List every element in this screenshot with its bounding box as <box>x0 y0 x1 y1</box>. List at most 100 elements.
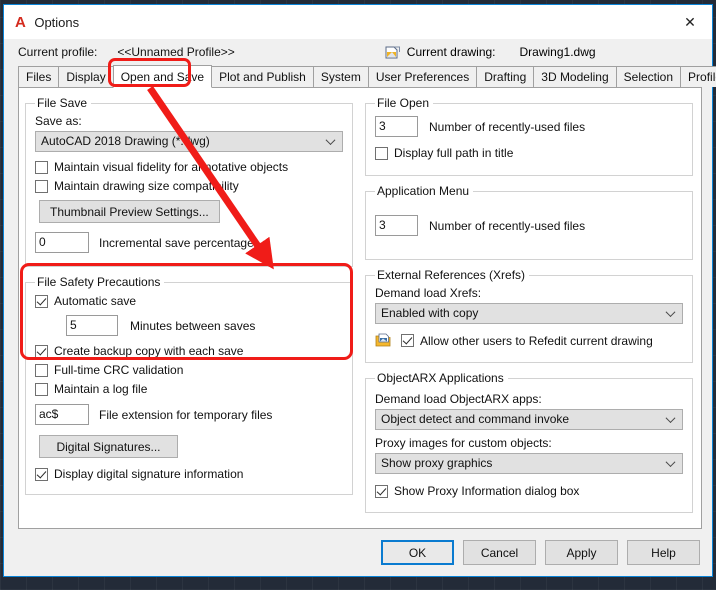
tab-plot-and-publish[interactable]: Plot and Publish <box>211 66 314 87</box>
proxy-images-label: Proxy images for custom objects: <box>375 436 683 450</box>
right-column: File Open 3 Number of recently-used file… <box>359 96 693 522</box>
application-menu-group: Application Menu 3 Number of recently-us… <box>365 184 693 260</box>
demand-load-objectarx-value: Object detect and command invoke <box>381 412 569 426</box>
maintain-drawing-size-checkbox[interactable]: Maintain drawing size compatibility <box>35 179 343 193</box>
tab-3d-modeling[interactable]: 3D Modeling <box>533 66 616 87</box>
minutes-between-saves-label: Minutes between saves <box>130 319 255 333</box>
checkbox-box <box>375 485 388 498</box>
chevron-down-icon <box>667 308 676 317</box>
file-save-legend: File Save <box>35 96 91 110</box>
file-open-group: File Open 3 Number of recently-used file… <box>365 96 693 176</box>
tab-selection[interactable]: Selection <box>616 66 681 87</box>
drawing-file-icon <box>385 45 401 60</box>
crc-validation-label: Full-time CRC validation <box>54 363 183 377</box>
current-drawing-value: Drawing1.dwg <box>520 45 596 59</box>
demand-load-xrefs-combobox[interactable]: Enabled with copy <box>375 303 683 324</box>
profile-bar: Current profile: <<Unnamed Profile>> Cur… <box>4 39 712 65</box>
maintain-log-file-label: Maintain a log file <box>54 382 147 396</box>
autocad-A-icon: A <box>15 15 25 30</box>
maintain-log-file-checkbox[interactable]: Maintain a log file <box>35 382 343 396</box>
temp-file-extension-input[interactable]: ac$ <box>35 404 89 425</box>
allow-refedit-label: Allow other users to Refedit current dra… <box>420 334 653 348</box>
file-open-recent-files-input[interactable]: 3 <box>375 116 418 137</box>
demand-load-xrefs-value: Enabled with copy <box>381 306 478 320</box>
thumbnail-preview-settings-button[interactable]: Thumbnail Preview Settings... <box>39 200 220 223</box>
app-menu-recent-files-input[interactable]: 3 <box>375 215 418 236</box>
demand-load-objectarx-label: Demand load ObjectARX apps: <box>375 392 683 406</box>
checkbox-box <box>35 295 48 308</box>
title-bar: A Options ✕ <box>4 5 712 39</box>
checkbox-box <box>375 147 388 160</box>
save-as-value: AutoCAD 2018 Drawing (*.dwg) <box>41 134 210 148</box>
show-proxy-information-label: Show Proxy Information dialog box <box>394 484 579 498</box>
objectarx-legend: ObjectARX Applications <box>375 371 508 385</box>
display-digital-signature-info-checkbox[interactable]: Display digital signature information <box>35 467 343 481</box>
chevron-down-icon <box>327 136 336 145</box>
incremental-save-percentage-input[interactable]: 0 <box>35 232 89 253</box>
tab-display[interactable]: Display <box>58 66 113 87</box>
checkbox-box <box>401 334 414 347</box>
dialog-footer: OK Cancel Apply Help <box>4 529 712 576</box>
tab-user-preferences[interactable]: User Preferences <box>368 66 477 87</box>
options-dialog: A Options ✕ Current profile: <<Unnamed P… <box>3 4 713 577</box>
open-and-save-panel: File Save Save as: AutoCAD 2018 Drawing … <box>18 87 702 529</box>
maintain-visual-fidelity-label: Maintain visual fidelity for annotative … <box>54 160 288 174</box>
checkbox-box <box>35 364 48 377</box>
help-button[interactable]: Help <box>627 540 700 565</box>
cancel-button[interactable]: Cancel <box>463 540 536 565</box>
file-safety-legend: File Safety Precautions <box>35 275 164 289</box>
incremental-save-percentage-label: Incremental save percentage <box>99 236 254 250</box>
automatic-save-checkbox[interactable]: Automatic save <box>35 294 343 308</box>
save-as-label: Save as: <box>35 114 343 128</box>
tab-files[interactable]: Files <box>18 66 59 87</box>
tab-system[interactable]: System <box>313 66 369 87</box>
ok-button[interactable]: OK <box>381 540 454 565</box>
file-open-legend: File Open <box>375 96 433 110</box>
temp-file-extension-label: File extension for temporary files <box>99 408 272 422</box>
save-as-combobox[interactable]: AutoCAD 2018 Drawing (*.dwg) <box>35 131 343 152</box>
demand-load-xrefs-label: Demand load Xrefs: <box>375 286 683 300</box>
show-proxy-information-checkbox[interactable]: Show Proxy Information dialog box <box>375 484 683 498</box>
tab-strip: Files Display Open and Save Plot and Pub… <box>4 65 712 87</box>
file-save-group: File Save Save as: AutoCAD 2018 Drawing … <box>25 96 353 267</box>
maintain-visual-fidelity-checkbox[interactable]: Maintain visual fidelity for annotative … <box>35 160 343 174</box>
chevron-down-icon <box>667 414 676 423</box>
chevron-down-icon <box>667 458 676 467</box>
create-backup-copy-label: Create backup copy with each save <box>54 344 243 358</box>
tab-open-and-save[interactable]: Open and Save <box>113 65 212 88</box>
external-references-legend: External References (Xrefs) <box>375 268 529 282</box>
create-backup-copy-checkbox[interactable]: Create backup copy with each save <box>35 344 343 358</box>
demand-load-objectarx-combobox[interactable]: Object detect and command invoke <box>375 409 683 430</box>
tab-drafting[interactable]: Drafting <box>476 66 534 87</box>
current-profile-label: Current profile: <box>18 45 97 59</box>
checkbox-box <box>35 383 48 396</box>
xref-file-icon <box>375 333 392 348</box>
allow-refedit-row[interactable]: Allow other users to Refedit current dra… <box>375 333 683 348</box>
file-open-recent-files-label: Number of recently-used files <box>429 120 585 134</box>
display-full-path-checkbox[interactable]: Display full path in title <box>375 146 683 160</box>
checkbox-box <box>35 345 48 358</box>
automatic-save-label: Automatic save <box>54 294 136 308</box>
close-icon[interactable]: ✕ <box>668 5 712 39</box>
display-full-path-label: Display full path in title <box>394 146 513 160</box>
external-references-group: External References (Xrefs) Demand load … <box>365 268 693 363</box>
digital-signatures-button[interactable]: Digital Signatures... <box>39 435 178 458</box>
app-menu-recent-files-label: Number of recently-used files <box>429 219 585 233</box>
current-drawing-label: Current drawing: <box>407 45 496 59</box>
checkbox-box <box>35 161 48 174</box>
minutes-between-saves-input[interactable]: 5 <box>66 315 118 336</box>
display-digital-signature-info-label: Display digital signature information <box>54 467 243 481</box>
checkbox-box <box>35 180 48 193</box>
checkbox-box <box>35 468 48 481</box>
maintain-drawing-size-label: Maintain drawing size compatibility <box>54 179 239 193</box>
current-drawing-group: Current drawing: Drawing1.dwg <box>385 45 596 60</box>
application-menu-legend: Application Menu <box>375 184 473 198</box>
proxy-images-value: Show proxy graphics <box>381 456 492 470</box>
proxy-images-combobox[interactable]: Show proxy graphics <box>375 453 683 474</box>
apply-button[interactable]: Apply <box>545 540 618 565</box>
file-safety-precautions-group: File Safety Precautions Automatic save 5… <box>25 275 353 495</box>
window-title: Options <box>34 15 79 30</box>
crc-validation-checkbox[interactable]: Full-time CRC validation <box>35 363 343 377</box>
left-column: File Save Save as: AutoCAD 2018 Drawing … <box>25 96 359 522</box>
tab-profiles[interactable]: Profiles <box>680 66 716 87</box>
